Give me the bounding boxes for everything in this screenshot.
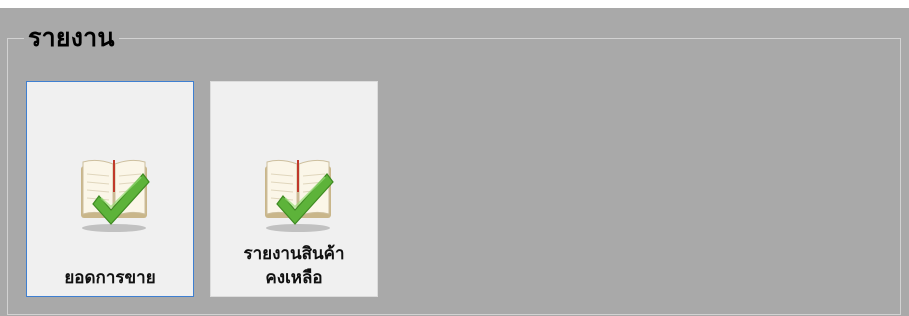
stock-report-button[interactable]: รายงานสินค้า คงเหลือ	[210, 81, 378, 297]
report-book-check-icon	[265, 159, 334, 232]
reports-group-title: รายงาน	[24, 22, 119, 54]
stock-report-label: รายงานสินค้า คงเหลือ	[243, 244, 345, 288]
report-book-check-icon	[81, 159, 150, 232]
reports-panel: รายงาน ยอดการขาย รายงานสินค้า คงเหลือ	[0, 8, 909, 316]
sales-report-label: ยอดการขาย	[64, 268, 156, 288]
sales-report-button[interactable]: ยอดการขาย	[26, 81, 194, 297]
